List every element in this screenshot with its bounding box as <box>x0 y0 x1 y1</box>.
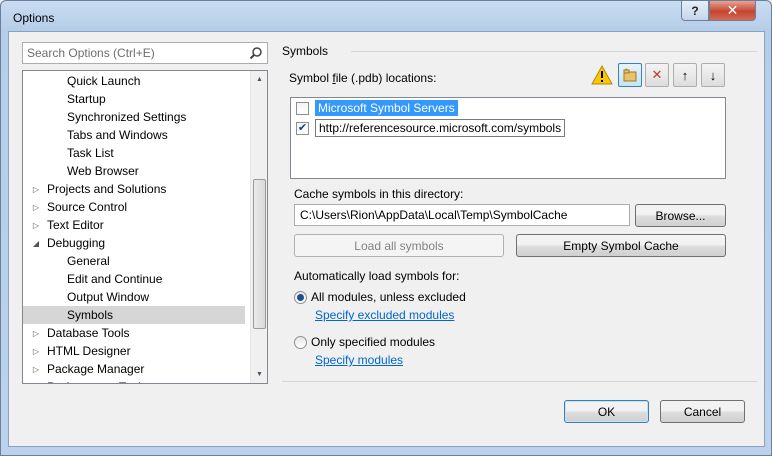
locations-label: Symbol file (.pdb) locations: <box>289 71 437 85</box>
all-modules-radio[interactable] <box>294 290 307 304</box>
scrollbar-thumb[interactable] <box>253 179 266 329</box>
location-checkbox[interactable] <box>296 101 309 115</box>
expand-arrow-icon[interactable]: ▷ <box>31 383 41 384</box>
section-divider <box>351 51 757 52</box>
only-specified-label[interactable]: Only specified modules <box>311 335 435 349</box>
specify-excluded-modules-link[interactable]: Specify excluded modules <box>315 308 454 322</box>
tree-item-label: Text Editor <box>47 218 104 232</box>
cache-label: Cache symbols in this directory: <box>294 187 464 201</box>
auto-load-label: Automatically load symbols for: <box>294 269 460 283</box>
delete-x-icon: ✕ <box>651 67 663 82</box>
tree-item[interactable]: General <box>23 252 245 270</box>
empty-symbol-cache-button[interactable]: Empty Symbol Cache <box>516 234 726 257</box>
specify-modules-link[interactable]: Specify modules <box>315 353 403 367</box>
tree-item[interactable]: ▷ Package Manager <box>23 360 245 378</box>
warning-icon <box>591 65 613 85</box>
location-text[interactable]: http://referencesource.microsoft.com/sym… <box>315 119 566 137</box>
tree-item[interactable]: Output Window <box>23 288 245 306</box>
tree-item-label: General <box>67 254 110 268</box>
tree-item[interactable]: ◢ Debugging <box>23 234 245 252</box>
tree-item-label: Output Window <box>67 290 150 304</box>
tree-item-label: Tabs and Windows <box>67 128 168 142</box>
tree-item[interactable]: ▷ Projects and Solutions <box>23 180 245 198</box>
tree-item-label: Performance Tools <box>47 380 147 383</box>
tree-item[interactable]: ▷ HTML Designer <box>23 342 245 360</box>
expand-arrow-icon[interactable]: ▷ <box>31 185 41 194</box>
arrow-down-icon: ↓ <box>709 67 717 83</box>
browse-button[interactable]: Browse... <box>635 204 726 227</box>
search-placeholder: Search Options (Ctrl+E) <box>27 46 155 60</box>
close-button[interactable]: ✕ <box>709 1 756 21</box>
dialog-client-area: Search Options (Ctrl+E) Quick Launch Star… <box>8 31 765 447</box>
tree-item[interactable]: Edit and Continue <box>23 270 245 288</box>
location-text[interactable]: Microsoft Symbol Servers <box>315 100 458 116</box>
tree-item[interactable]: Task List <box>23 144 245 162</box>
tree-item-label: Startup <box>67 92 106 106</box>
remove-location-button[interactable]: ✕ <box>645 63 669 87</box>
tree-item[interactable]: ▷ Performance Tools <box>23 378 245 384</box>
add-location-button[interactable]: * <box>618 63 642 87</box>
all-modules-option[interactable]: All modules, unless excluded <box>294 290 466 304</box>
tree-item[interactable]: Startup <box>23 90 245 108</box>
symbol-locations-list[interactable]: Microsoft Symbol Servers ✔ http://refere… <box>290 97 726 179</box>
tree-item[interactable]: ▷ Text Editor <box>23 216 245 234</box>
cache-path-input[interactable]: C:\Users\Rion\AppData\Local\Temp\SymbolC… <box>294 204 630 226</box>
tree-item-label: Database Tools <box>47 326 130 340</box>
tree-item-label: Edit and Continue <box>67 272 163 286</box>
scroll-up-icon[interactable]: ▲ <box>251 71 267 88</box>
search-icon[interactable] <box>249 46 263 60</box>
tree-scrollbar[interactable]: ▲ ▼ <box>250 71 267 383</box>
tree-item[interactable]: Symbols <box>23 306 245 324</box>
expand-arrow-icon[interactable]: ▷ <box>31 203 41 212</box>
expand-arrow-icon[interactable]: ▷ <box>31 347 41 356</box>
move-up-button[interactable]: ↑ <box>673 63 697 87</box>
all-modules-label[interactable]: All modules, unless excluded <box>311 290 466 304</box>
expand-arrow-icon[interactable]: ▷ <box>31 365 41 374</box>
tree-item-label: Source Control <box>47 200 128 214</box>
tree-item-label: Package Manager <box>47 362 145 376</box>
tree-item-label: Task List <box>67 146 114 160</box>
options-tree[interactable]: Quick Launch Startup Synchronized Settings… <box>22 70 268 384</box>
collapse-arrow-icon[interactable]: ◢ <box>31 239 41 248</box>
expand-arrow-icon[interactable]: ▷ <box>31 221 41 230</box>
tree-item[interactable]: Tabs and Windows <box>23 126 245 144</box>
help-button[interactable]: ? <box>681 1 709 21</box>
tree-item-label: Web Browser <box>67 164 139 178</box>
svg-text:*: * <box>625 68 628 75</box>
tree-item[interactable]: ▷ Source Control <box>23 198 245 216</box>
ok-button[interactable]: OK <box>564 400 649 423</box>
expand-arrow-icon[interactable]: ▷ <box>31 329 41 338</box>
window-title: Options <box>13 11 55 25</box>
section-title: Symbols <box>282 44 329 58</box>
tree-item-label: Projects and Solutions <box>47 182 167 196</box>
cancel-button[interactable]: Cancel <box>660 400 745 423</box>
tree-item-label: Symbols <box>67 308 114 322</box>
new-folder-icon: * <box>623 68 637 82</box>
only-specified-radio[interactable] <box>294 335 307 349</box>
only-specified-option[interactable]: Only specified modules <box>294 335 435 349</box>
options-dialog: Options ? ✕ Search Options (Ctrl+E) Quic… <box>0 0 772 456</box>
tree-item[interactable]: ▷ Database Tools <box>23 324 245 342</box>
tree-item[interactable]: Quick Launch <box>23 72 245 90</box>
tree-item[interactable]: Synchronized Settings <box>23 108 245 126</box>
location-checkbox[interactable]: ✔ <box>296 121 309 135</box>
search-input[interactable]: Search Options (Ctrl+E) <box>22 42 268 64</box>
location-row[interactable]: Microsoft Symbol Servers <box>296 99 458 117</box>
tree-item-label: Quick Launch <box>67 74 141 88</box>
arrow-up-icon: ↑ <box>681 67 689 83</box>
location-row[interactable]: ✔ http://referencesource.microsoft.com/s… <box>296 119 566 137</box>
tree-item-label: Debugging <box>47 236 106 250</box>
tree-item[interactable]: Web Browser <box>23 162 245 180</box>
tree-item-label: Synchronized Settings <box>67 110 187 124</box>
tree-item-label: HTML Designer <box>47 344 131 358</box>
scroll-down-icon[interactable]: ▼ <box>251 366 267 383</box>
footer-divider <box>282 381 757 382</box>
move-down-button[interactable]: ↓ <box>701 63 725 87</box>
load-all-symbols-button[interactable]: Load all symbols <box>294 234 504 257</box>
